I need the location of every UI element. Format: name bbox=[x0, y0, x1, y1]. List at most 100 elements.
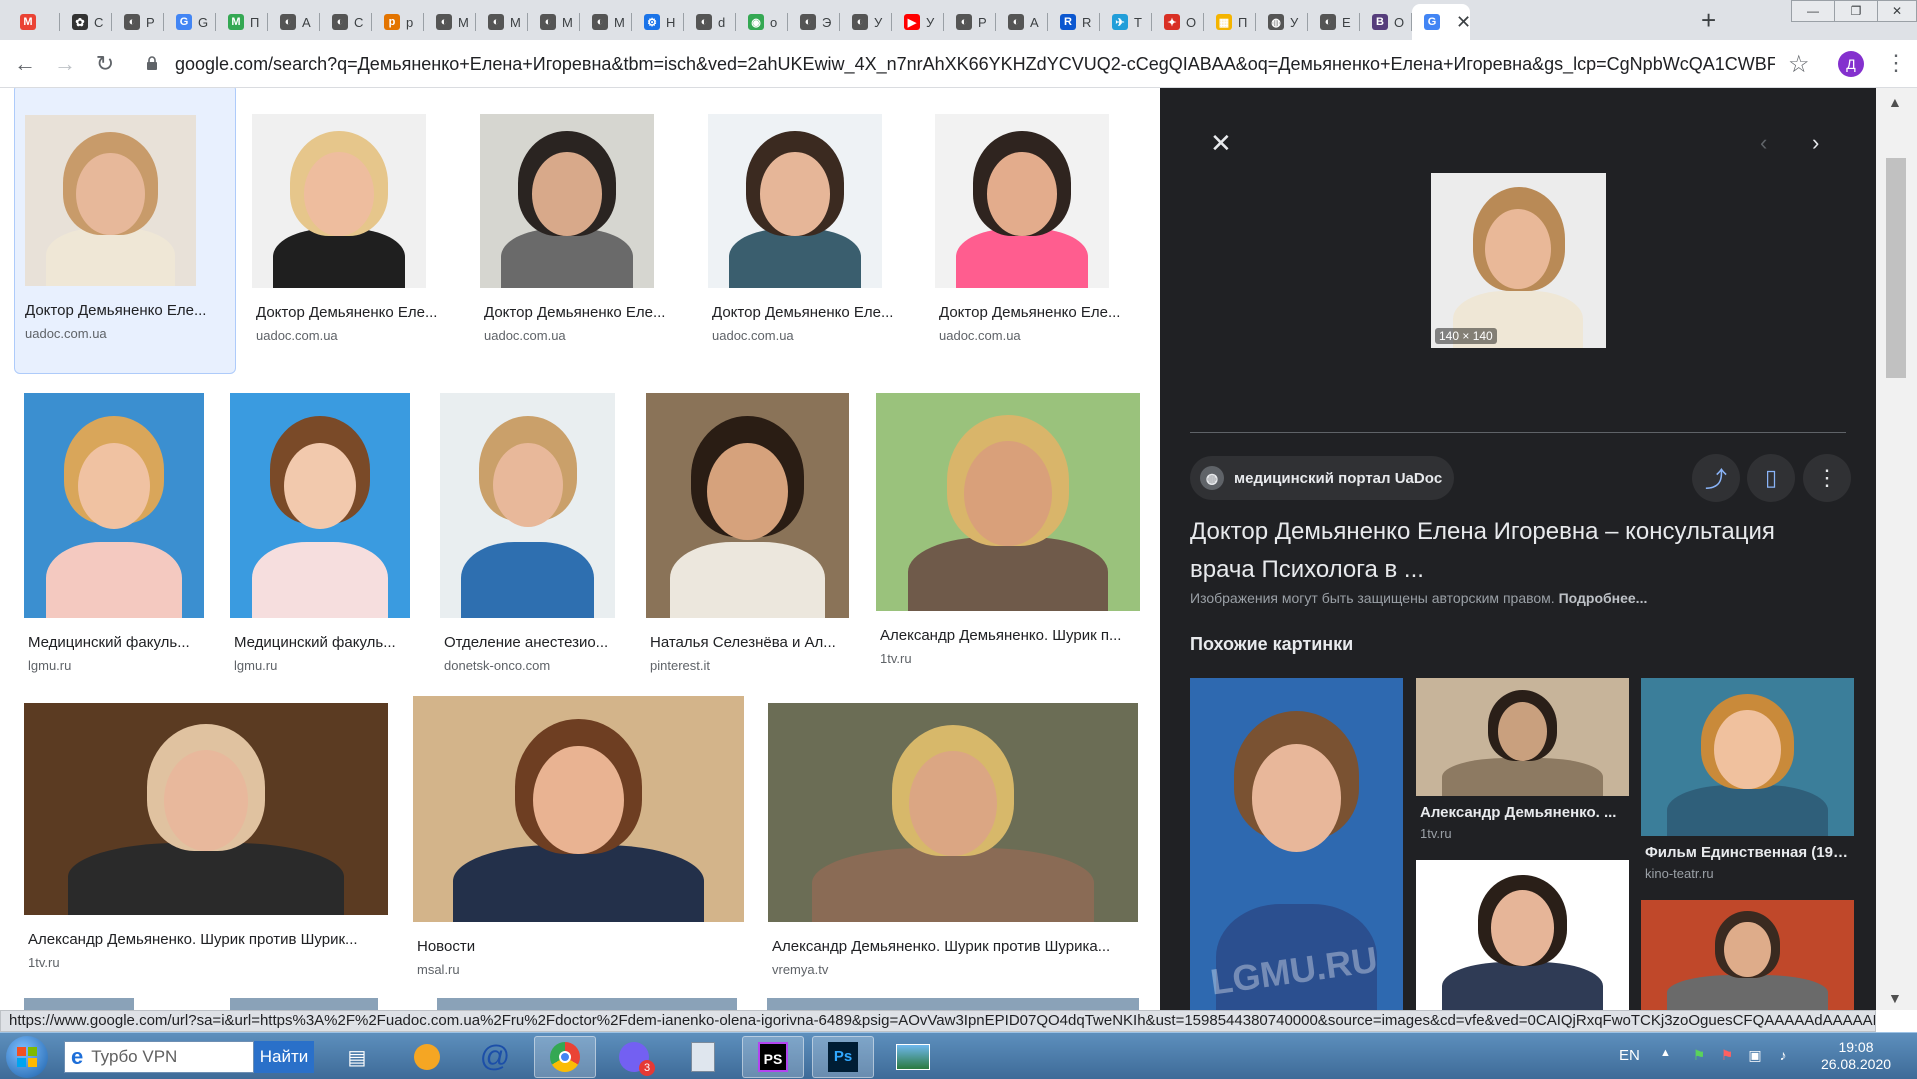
show-hidden-icons[interactable]: ▲ bbox=[1660, 1047, 1671, 1059]
result-thumbnail[interactable] bbox=[252, 114, 426, 288]
image-result-card[interactable]: Александр Демьяненко. Шурик п... 1tv.ru bbox=[876, 393, 1146, 673]
image-result-card[interactable]: Доктор Демьяненко Еле... uadoc.com.ua bbox=[935, 88, 1135, 378]
profile-avatar[interactable]: Д bbox=[1838, 51, 1864, 77]
browser-tab[interactable]: ◐ Р bbox=[112, 4, 164, 40]
browser-tab[interactable]: ◐ С bbox=[320, 4, 372, 40]
similar-caption[interactable]: Александр Демьяненко. ... bbox=[1420, 804, 1625, 821]
keyboard-language[interactable]: EN bbox=[1619, 1047, 1640, 1064]
browser-tab[interactable]: ⚙ Н bbox=[632, 4, 684, 40]
browser-tab[interactable]: ✦ О bbox=[1152, 4, 1204, 40]
image-result-card[interactable]: Доктор Демьяненко Еле... uadoc.com.ua bbox=[14, 88, 236, 374]
result-thumbnail[interactable] bbox=[25, 115, 196, 286]
similar-thumbnail[interactable] bbox=[1641, 678, 1854, 836]
tab-active[interactable]: G ✕ bbox=[1412, 4, 1470, 40]
start-button[interactable] bbox=[6, 1036, 48, 1078]
browser-tab[interactable]: ▦ П bbox=[1204, 4, 1256, 40]
image-result-card[interactable]: Доктор Демьяненко Еле... uadoc.com.ua bbox=[252, 88, 452, 378]
similar-thumbnail[interactable] bbox=[1416, 860, 1629, 1010]
media-player-icon[interactable] bbox=[396, 1036, 458, 1078]
result-thumbnail[interactable] bbox=[440, 393, 615, 618]
result-thumbnail[interactable] bbox=[437, 998, 737, 1010]
browser-tab[interactable]: ▶ У bbox=[892, 4, 944, 40]
image-result-card[interactable]: Медицинский факуль... lgmu.ru bbox=[24, 393, 224, 673]
similar-thumbnail[interactable] bbox=[1416, 678, 1629, 796]
result-caption[interactable]: Медицинский факуль... bbox=[28, 634, 222, 651]
scroll-up-icon[interactable]: ▲ bbox=[1888, 94, 1902, 110]
image-result-card[interactable]: Отделение анестезио... donetsk-onco.com bbox=[440, 393, 630, 673]
browser-tab[interactable]: ◉ o bbox=[736, 4, 788, 40]
image-result-card[interactable]: Медицинский факуль... lgmu.ru bbox=[230, 393, 420, 673]
result-thumbnail[interactable] bbox=[646, 393, 849, 618]
result-caption[interactable]: Александр Демьяненко. Шурик п... bbox=[880, 627, 1144, 644]
next-image-icon[interactable]: › bbox=[1812, 130, 1819, 156]
browser-tab[interactable]: ◍ У bbox=[1256, 4, 1308, 40]
browser-tab[interactable]: ◐ А bbox=[996, 4, 1048, 40]
photo-viewer-icon[interactable] bbox=[882, 1036, 944, 1078]
result-thumbnail[interactable] bbox=[230, 998, 378, 1010]
browser-tab[interactable]: ◐ М bbox=[476, 4, 528, 40]
learn-more-link[interactable]: Подробнее... bbox=[1559, 590, 1648, 606]
result-caption[interactable]: Доктор Демьяненко Еле... bbox=[256, 304, 450, 321]
new-tab-button[interactable]: + bbox=[1701, 6, 1716, 34]
close-window-button[interactable]: ✕ bbox=[1877, 0, 1917, 22]
result-caption[interactable]: Доктор Демьяненко Еле... bbox=[712, 304, 906, 321]
browser-tab[interactable]: ◐ М bbox=[528, 4, 580, 40]
image-result-card[interactable]: Доктор Демьяненко Еле... uadoc.com.ua bbox=[480, 88, 680, 378]
browser-tab[interactable]: ◐ Э bbox=[788, 4, 840, 40]
result-thumbnail[interactable] bbox=[876, 393, 1140, 611]
phpstorm-icon[interactable]: PS bbox=[742, 1036, 804, 1078]
scroll-down-icon[interactable]: ▼ bbox=[1888, 990, 1902, 1006]
result-caption[interactable]: Новости bbox=[417, 938, 751, 955]
calculator-icon[interactable] bbox=[672, 1036, 734, 1078]
maximize-button[interactable]: ❐ bbox=[1834, 0, 1878, 22]
browser-tab[interactable]: ◐ М bbox=[424, 4, 476, 40]
result-caption[interactable]: Александр Демьяненко. Шурик против Шурик… bbox=[772, 938, 1141, 955]
more-options-icon[interactable]: ⋮ bbox=[1803, 454, 1851, 502]
result-caption[interactable]: Доктор Демьяненко Еле... bbox=[939, 304, 1133, 321]
system-clock[interactable]: 19:08 26.08.2020 bbox=[1820, 1039, 1892, 1073]
browser-tab[interactable]: ✿ С bbox=[60, 4, 112, 40]
browser-tab[interactable]: ✈ Т bbox=[1100, 4, 1152, 40]
result-caption[interactable]: Отделение анестезио... bbox=[444, 634, 628, 651]
browser-tab[interactable]: ◐ М bbox=[580, 4, 632, 40]
address-bar[interactable]: google.com/search?q=Демьяненко+Елена+Иго… bbox=[175, 54, 1775, 75]
result-thumbnail[interactable] bbox=[768, 703, 1138, 922]
similar-thumbnail[interactable]: LGMU.RU bbox=[1190, 678, 1403, 1010]
photoshop-icon[interactable]: Ps bbox=[812, 1036, 874, 1078]
image-result-card[interactable]: Доктор Демьяненко Еле... uadoc.com.ua bbox=[708, 88, 908, 378]
result-thumbnail[interactable] bbox=[480, 114, 654, 288]
result-thumbnail[interactable] bbox=[24, 998, 134, 1010]
scrollbar-thumb[interactable] bbox=[1886, 158, 1906, 378]
close-icon[interactable]: ✕ bbox=[1210, 128, 1232, 159]
search-button[interactable]: Найти bbox=[254, 1041, 314, 1073]
result-caption[interactable]: Александр Демьяненко. Шурик против Шурик… bbox=[28, 931, 402, 948]
minimize-button[interactable]: — bbox=[1791, 0, 1835, 22]
lock-icon[interactable] bbox=[146, 55, 158, 71]
result-caption[interactable]: Медицинский факуль... bbox=[234, 634, 418, 651]
preview-image[interactable]: 140 × 140 bbox=[1431, 173, 1606, 348]
similar-thumbnail[interactable] bbox=[1641, 900, 1854, 1010]
result-caption[interactable]: Доктор Демьяненко Еле... bbox=[25, 302, 229, 319]
previous-image-icon[interactable]: ‹ bbox=[1760, 130, 1767, 156]
chrome-icon[interactable] bbox=[534, 1036, 596, 1078]
volume-icon[interactable]: ♪ bbox=[1774, 1046, 1792, 1064]
browser-tab[interactable]: ◐ Р bbox=[944, 4, 996, 40]
result-thumbnail[interactable] bbox=[24, 703, 388, 915]
result-thumbnail[interactable] bbox=[935, 114, 1109, 288]
browser-tab[interactable]: RR bbox=[1048, 4, 1100, 40]
network-icon[interactable]: ▣ bbox=[1746, 1046, 1764, 1064]
share-icon[interactable]: ⤴ bbox=[1692, 454, 1740, 502]
back-icon[interactable]: ← bbox=[10, 50, 40, 78]
tab-close-icon[interactable]: ✕ bbox=[1456, 12, 1470, 33]
similar-caption[interactable]: Фильм Единственная (197... bbox=[1645, 844, 1850, 861]
image-result-card[interactable]: Александр Демьяненко. Шурик против Шурик… bbox=[768, 703, 1143, 977]
preview-title[interactable]: Доктор Демьяненко Елена Игоревна – консу… bbox=[1190, 513, 1840, 589]
result-caption[interactable]: Наталья Селезнёва и Ал... bbox=[650, 634, 844, 651]
forward-icon[interactable]: → bbox=[50, 50, 80, 78]
result-thumbnail[interactable] bbox=[767, 998, 1139, 1010]
browser-tab[interactable]: ◐ Е bbox=[1308, 4, 1360, 40]
image-result-card[interactable]: Александр Демьяненко. Шурик против Шурик… bbox=[24, 703, 404, 973]
image-result-card[interactable]: Новости msal.ru bbox=[413, 696, 753, 977]
reload-icon[interactable]: ↻ bbox=[90, 50, 120, 78]
browser-tab[interactable]: ◐ d bbox=[684, 4, 736, 40]
